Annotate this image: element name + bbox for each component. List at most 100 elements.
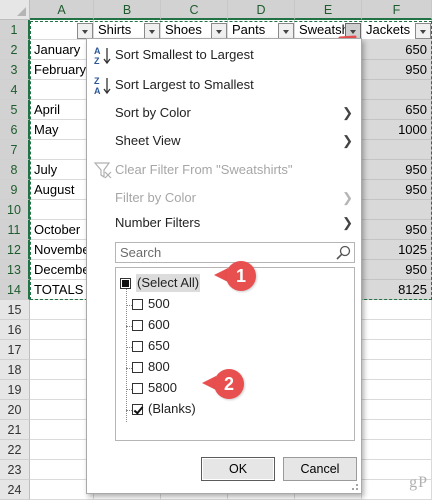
resize-grip-icon[interactable] [349,481,359,491]
month-cell[interactable]: July [30,160,94,180]
cell[interactable] [362,360,432,380]
filter-button-a[interactable] [77,23,93,39]
month-cell[interactable]: February [30,60,94,80]
filter-button-shoes[interactable] [211,23,227,39]
row-header[interactable]: 23 [0,460,30,480]
row-header[interactable]: 10 [0,200,30,220]
jackets-value-cell[interactable]: 650 [362,40,432,60]
month-cell[interactable]: August [30,180,94,200]
jackets-value-cell[interactable]: 950 [362,220,432,240]
cell[interactable] [30,320,94,340]
row-header[interactable]: 3 [0,60,30,80]
cell[interactable] [30,480,94,500]
month-cell[interactable]: October [30,220,94,240]
cell[interactable] [362,440,432,460]
cell[interactable] [362,420,432,440]
month-cell[interactable]: November [30,240,94,260]
row-header[interactable]: 21 [0,420,30,440]
cell[interactable] [362,380,432,400]
cell[interactable] [30,300,94,320]
jackets-value-cell[interactable] [362,80,432,100]
checkbox[interactable] [132,362,143,373]
row-header[interactable]: 5 [0,100,30,120]
filter-values-list[interactable]: (Select All) 500 600 650 800 5800 (Blanks) [115,267,355,441]
row-header[interactable]: 15 [0,300,30,320]
ok-button[interactable]: OK [201,457,275,481]
row-header[interactable]: 18 [0,360,30,380]
select-all-corner[interactable] [0,0,30,20]
row-header[interactable]: 6 [0,120,30,140]
checkbox[interactable] [132,341,143,352]
checkbox[interactable] [132,383,143,394]
sheet-view-item[interactable]: Sheet View ❯ [87,128,361,154]
jackets-value-cell[interactable]: 650 [362,100,432,120]
number-filters-label: Number Filters [115,215,201,230]
column-header-e[interactable]: E [295,0,362,20]
sort-descending-item[interactable]: Z A Sort Largest to Smallest [87,72,361,98]
month-cell[interactable]: May [30,120,94,140]
month-cell[interactable] [30,80,94,100]
row-header[interactable]: 13 [0,260,30,280]
month-cell[interactable] [30,140,94,160]
month-cell[interactable]: January [30,40,94,60]
row-header[interactable]: 17 [0,340,30,360]
clear-filter-item[interactable]: Clear Filter From "Sweatshirts" [87,157,361,183]
jackets-value-cell[interactable]: 950 [362,260,432,280]
row-header[interactable]: 16 [0,320,30,340]
row-header[interactable]: 7 [0,140,30,160]
row-header[interactable]: 12 [0,240,30,260]
jackets-value-cell[interactable]: 950 [362,180,432,200]
jackets-value-cell[interactable]: 1000 [362,120,432,140]
row-header[interactable]: 1 [0,20,30,40]
cell[interactable] [30,380,94,400]
cell[interactable] [362,300,432,320]
jackets-value-cell[interactable]: 950 [362,160,432,180]
cell[interactable] [30,460,94,480]
cell[interactable] [362,320,432,340]
cell[interactable] [362,400,432,420]
row-header[interactable]: 8 [0,160,30,180]
column-header-d[interactable]: D [228,0,295,20]
row-header[interactable]: 4 [0,80,30,100]
month-cell[interactable]: TOTALS [30,280,94,300]
checkbox[interactable] [132,299,143,310]
row-header[interactable]: 9 [0,180,30,200]
row-header[interactable]: 22 [0,440,30,460]
filter-by-color-item[interactable]: Filter by Color ❯ [87,185,361,211]
jackets-value-cell[interactable]: 1025 [362,240,432,260]
row-header[interactable]: 2 [0,40,30,60]
row-header[interactable]: 14 [0,280,30,300]
row-header[interactable]: 11 [0,220,30,240]
sort-by-color-item[interactable]: Sort by Color ❯ [87,100,361,126]
cancel-button[interactable]: Cancel [283,457,357,481]
column-header-c[interactable]: C [161,0,228,20]
row-header[interactable]: 19 [0,380,30,400]
jackets-value-cell[interactable] [362,200,432,220]
filter-button-shirts[interactable] [144,23,160,39]
cell[interactable] [30,420,94,440]
cell[interactable] [362,340,432,360]
month-cell[interactable] [30,200,94,220]
column-header-a[interactable]: A [30,0,94,20]
row-header[interactable]: 24 [0,480,30,500]
cell[interactable] [30,340,94,360]
checkbox[interactable] [120,278,131,289]
column-header-f[interactable]: F [362,0,432,20]
checkbox[interactable] [132,404,143,415]
column-header-b[interactable]: B [94,0,161,20]
month-cell[interactable]: December [30,260,94,280]
cell[interactable] [30,360,94,380]
jackets-value-cell[interactable] [362,140,432,160]
month-cell[interactable]: April [30,100,94,120]
search-input[interactable] [116,243,330,262]
cell[interactable] [30,440,94,460]
filter-button-pants[interactable] [278,23,294,39]
filter-button-jackets[interactable] [415,23,431,39]
cell[interactable] [30,400,94,420]
jackets-value-cell[interactable]: 950 [362,60,432,80]
jackets-value-cell[interactable]: 8125 [362,280,432,300]
row-header[interactable]: 20 [0,400,30,420]
sort-ascending-item[interactable]: A Z Sort Smallest to Largest [87,42,361,68]
number-filters-item[interactable]: Number Filters ❯ [87,210,361,236]
checkbox[interactable] [132,320,143,331]
